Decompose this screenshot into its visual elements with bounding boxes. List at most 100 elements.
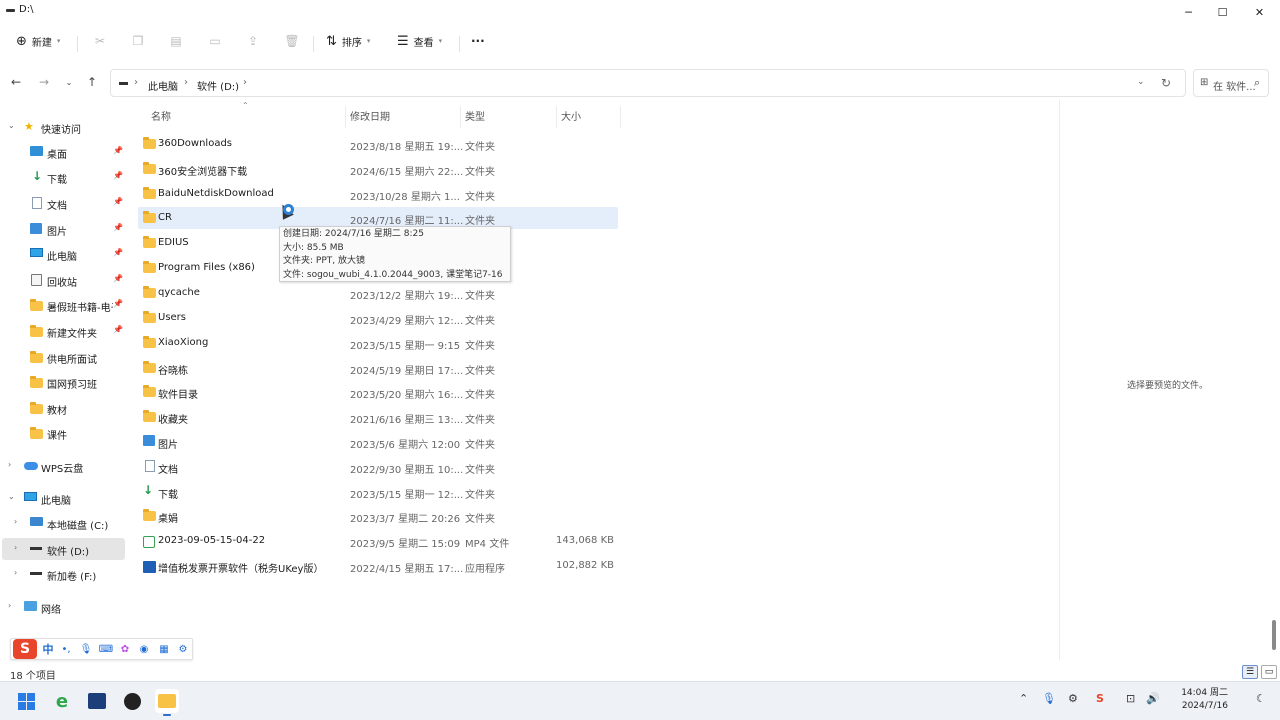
file-row[interactable]: BaiduNetdiskDownload 2023/10/28 星期六 1... 文…	[138, 183, 618, 205]
skin-icon[interactable]: ✿	[118, 642, 132, 656]
tiles-view-icon[interactable]: ▭	[1261, 665, 1277, 679]
sidebar-item-folder[interactable]: 新建文件夹 📌	[2, 320, 125, 342]
chevron-down-icon[interactable]: ⌄	[1137, 77, 1145, 87]
sidebar-item-folder[interactable]: 暑假班书籍-电子 📌	[2, 294, 125, 316]
column-header-date[interactable]: 修改日期	[350, 108, 390, 126]
file-name: BaiduNetdiskDownload	[158, 188, 274, 199]
sidebar-item-drive-d[interactable]: › 软件 (D:)	[2, 538, 125, 560]
copy-icon[interactable]: ❐	[130, 33, 146, 49]
sidebar-item-label: 新建文件夹	[47, 329, 97, 340]
sidebar-item-this-pc-quick[interactable]: 此电脑 📌	[2, 243, 125, 265]
sidebar-item-folder[interactable]: 供电所面试	[2, 346, 125, 368]
sidebar-item-quick-access[interactable]: ⌄ ★ 快速访问	[2, 116, 125, 138]
refresh-icon[interactable]: ↻	[1161, 76, 1171, 90]
cut-icon[interactable]: ✂	[92, 33, 108, 49]
document-icon	[143, 460, 155, 472]
column-header-size[interactable]: 大小	[561, 108, 581, 126]
up-arrow-icon[interactable]: ↑	[82, 72, 102, 92]
recycle-bin-icon	[30, 274, 43, 286]
file-row[interactable]: Users 2023/4/29 星期六 12:... 文件夹	[138, 307, 618, 329]
maximize-button[interactable]: ☐	[1204, 0, 1241, 24]
breadcrumb-drive-d[interactable]: 软件 (D:)	[197, 78, 239, 93]
details-view-icon[interactable]: ☰	[1242, 665, 1258, 679]
sidebar-item-folder[interactable]: 教材	[2, 397, 125, 419]
delete-icon[interactable]: 🗑	[284, 33, 300, 49]
sidebar-item-folder[interactable]: 课件	[2, 422, 125, 444]
ime-mode-toggle[interactable]: 中	[41, 642, 55, 656]
volume-icon[interactable]: 🔊	[1146, 692, 1160, 705]
sidebar-item-network[interactable]: › 网络	[2, 596, 125, 618]
view-button[interactable]: ☰ 查看 ▾	[397, 31, 442, 51]
sidebar-item-wps-cloud[interactable]: › WPS云盘	[2, 455, 125, 477]
sort-button[interactable]: ⇅ 排序 ▾	[326, 31, 370, 51]
sidebar-item-drive-c[interactable]: › 本地磁盘 (C:)	[2, 512, 125, 534]
search-box[interactable]: ⊞ 在 软件... ⌕	[1193, 69, 1269, 97]
paste-icon[interactable]: ▤	[168, 33, 184, 49]
keyboard-icon[interactable]: ⌨	[99, 642, 113, 656]
sogou-logo-icon[interactable]: S	[13, 639, 37, 659]
breadcrumb-this-pc[interactable]: 此电脑	[148, 78, 178, 93]
tray-overflow-icon[interactable]: ⌃	[1019, 692, 1028, 705]
column-header-type[interactable]: 类型	[465, 108, 485, 126]
sogou-tray-icon[interactable]: S	[1096, 692, 1104, 705]
file-row[interactable]: ↓ 下载 2023/5/15 星期一 12:... 文件夹	[138, 481, 618, 503]
sidebar-item-documents[interactable]: 文档 📌	[2, 192, 125, 214]
sidebar-item-recycle-bin[interactable]: 回收站 📌	[2, 269, 125, 291]
more-button[interactable]: ···	[471, 31, 485, 51]
rename-icon[interactable]: ▭	[207, 33, 223, 49]
column-header-name[interactable]: 名称	[151, 108, 171, 126]
file-row[interactable]: qycache 2023/12/2 星期六 19:... 文件夹	[138, 282, 618, 304]
file-row[interactable]: 图片 2023/5/6 星期六 12:00 文件夹	[138, 431, 618, 453]
address-bar[interactable]: › 此电脑 › 软件 (D:) › ⌄ ↻	[110, 69, 1186, 97]
gamepad-icon[interactable]: ◉	[137, 642, 151, 656]
file-row[interactable]: 收藏夹 2021/6/16 星期三 13:... 文件夹	[138, 406, 618, 428]
file-row[interactable]: 增值税发票开票软件（税务UKey版） 2022/4/15 星期五 17:... 应用…	[138, 555, 618, 577]
browser-icon[interactable]: e	[50, 689, 74, 713]
app-icon[interactable]	[85, 689, 109, 713]
file-row[interactable]: 谷晓栋 2024/5/19 星期日 17:... 文件夹	[138, 357, 618, 379]
settings-gear-icon[interactable]: ⚙	[176, 642, 190, 656]
folder-icon	[143, 261, 156, 273]
microphone-icon[interactable]: 🎙	[79, 642, 93, 656]
punctuation-icon[interactable]: •,	[59, 642, 73, 656]
scrollbar[interactable]	[1272, 620, 1276, 650]
notification-icon[interactable]: ☾	[1256, 692, 1266, 705]
file-row[interactable]: 桌娟 2023/3/7 星期二 20:26 文件夹	[138, 505, 618, 527]
minimize-button[interactable]: ─	[1170, 0, 1207, 24]
chevron-down-icon: ⌄	[8, 121, 15, 130]
sidebar-item-this-pc[interactable]: ⌄ 此电脑	[2, 487, 125, 509]
sidebar-item-label: 新加卷 (F:)	[47, 572, 97, 583]
chevron-down-icon: ▾	[438, 37, 443, 45]
sidebar-item-desktop[interactable]: 桌面 📌	[2, 141, 125, 163]
microphone-icon[interactable]: 🎙	[1042, 692, 1056, 705]
recent-chevron-icon[interactable]: ⌄	[59, 72, 79, 92]
file-row[interactable]: 软件目录 2023/5/20 星期六 16:... 文件夹	[138, 381, 618, 403]
file-row[interactable]: 2023-09-05-15-04-22 2023/9/5 星期二 15:09 MP4…	[138, 530, 618, 552]
back-arrow-icon[interactable]: ←	[6, 72, 26, 92]
share-icon[interactable]: ⇪	[245, 33, 261, 49]
new-button[interactable]: ⊕ 新建 ▾	[16, 31, 60, 51]
file-row[interactable]: 文档 2022/9/30 星期五 10:... 文件夹	[138, 456, 618, 478]
address-row: ← → ⌄ ↑ › 此电脑 › 软件 (D:) › ⌄ ↻ ⊞ 在 软件... …	[0, 66, 1280, 100]
file-row[interactable]: 360Downloads 2023/8/18 星期五 19:... 文件夹	[138, 133, 618, 155]
file-date: 2024/7/16 星期二 11:...	[350, 216, 464, 227]
file-date: 2023/10/28 星期六 1...	[350, 192, 460, 203]
obs-icon[interactable]	[120, 689, 144, 713]
file-name: Program Files (x86)	[158, 262, 255, 273]
network-icon[interactable]: ⊡	[1126, 692, 1135, 705]
forward-arrow-icon[interactable]: →	[34, 72, 54, 92]
close-button[interactable]: ✕	[1241, 0, 1278, 24]
windows-start-icon[interactable]	[14, 689, 38, 713]
sidebar-item-drive-f[interactable]: › 新加卷 (F:)	[2, 563, 125, 585]
plus-circle-icon: ⊕	[16, 33, 27, 49]
file-row[interactable]: XiaoXiong 2023/5/15 星期一 9:15 文件夹	[138, 332, 618, 354]
sidebar-item-downloads[interactable]: ↓ 下载 📌	[2, 166, 125, 188]
toolbox-icon[interactable]: ▦	[157, 642, 171, 656]
audio-device-icon[interactable]: ⚙	[1068, 692, 1078, 705]
sidebar-item-label: 回收站	[47, 278, 77, 289]
file-explorer-icon[interactable]	[155, 689, 179, 716]
sidebar-item-pictures[interactable]: 图片 📌	[2, 218, 125, 240]
clock[interactable]: 14:04 周二 2024/7/16	[1180, 687, 1228, 713]
sidebar-item-folder[interactable]: 国网预习班	[2, 371, 125, 393]
file-row[interactable]: 360安全浏览器下载 2024/6/15 星期六 22:... 文件夹	[138, 158, 618, 180]
